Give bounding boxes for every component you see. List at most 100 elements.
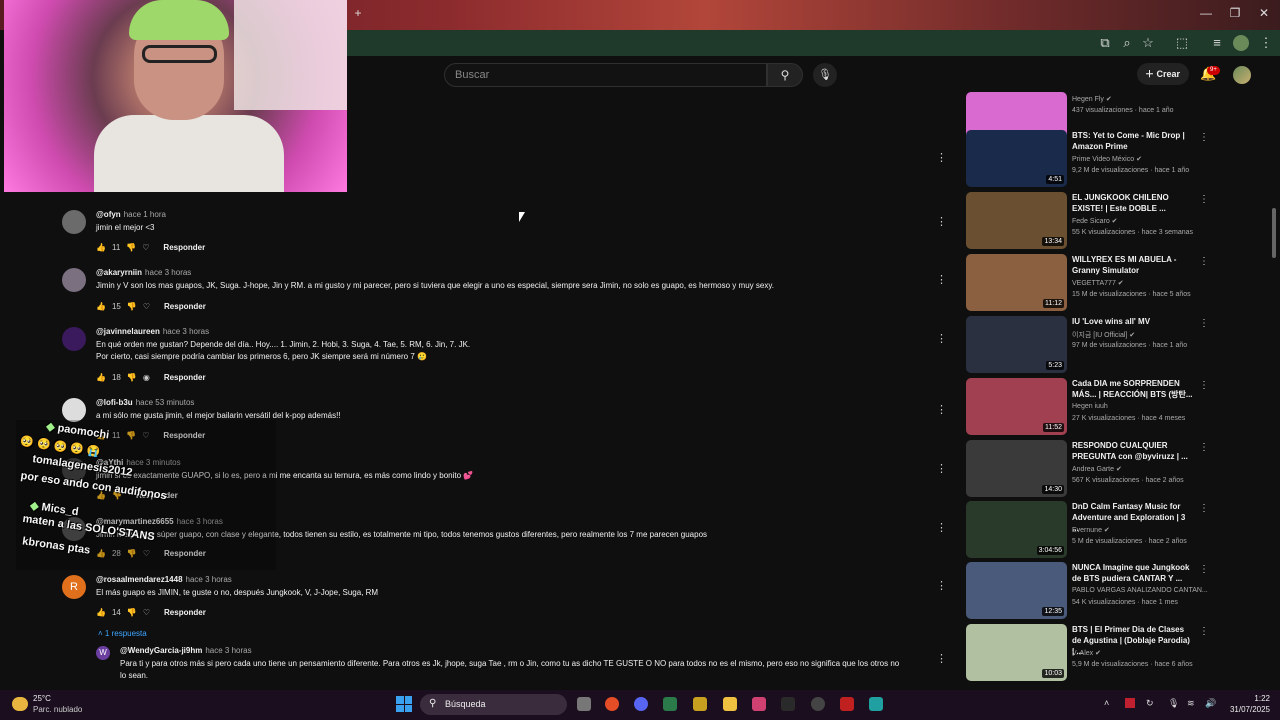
minimize-button[interactable]: — (1196, 6, 1216, 22)
suggested-video-card[interactable]: 11:52 Cada DIA me SORPRENDEN MÁS... | REA… (966, 378, 1209, 438)
video-menu-icon[interactable]: ⋮ (1199, 256, 1209, 267)
avatar[interactable] (62, 210, 86, 234)
video-thumbnail[interactable]: 14:30 (966, 440, 1067, 497)
app-red-icon[interactable] (840, 697, 854, 711)
video-title[interactable]: Cada DIA me SORPRENDEN MÁS... | REACCIÓN… (1072, 378, 1194, 400)
comment-time[interactable]: hace 3 horas (186, 575, 232, 584)
video-thumbnail[interactable]: 11:52 (966, 378, 1067, 435)
wifi-icon[interactable]: ≋ (1187, 698, 1195, 709)
search-button[interactable]: ⚲ (767, 63, 803, 87)
dislike-icon[interactable]: 👎 (127, 608, 137, 617)
weather-icon[interactable] (12, 697, 28, 711)
comment-menu-icon[interactable]: ⋮ (936, 152, 947, 164)
taskbar-search[interactable]: ⚲ Búsqueda (420, 694, 567, 715)
dislike-icon[interactable]: 👎 (126, 243, 136, 252)
terminal-icon[interactable] (781, 697, 795, 711)
suggested-video-card[interactable]: 4:51 BTS: Yet to Come - Mic Drop | Amazon… (966, 130, 1209, 190)
avatar[interactable] (62, 398, 86, 422)
shield-icon[interactable] (693, 697, 707, 711)
avatar[interactable] (62, 268, 86, 292)
weather-temp[interactable]: 25°C (33, 694, 51, 703)
windows-start-icon[interactable] (396, 696, 412, 712)
profile-avatar[interactable] (1233, 35, 1249, 51)
reply-button[interactable]: Responder (164, 373, 206, 382)
video-title[interactable]: IU 'Love wins all' MV (1072, 316, 1194, 327)
reply-button[interactable]: Responder (163, 243, 205, 252)
video-menu-icon[interactable]: ⋮ (1199, 194, 1209, 205)
app-f-icon[interactable] (752, 697, 766, 711)
account-avatar[interactable] (1233, 66, 1251, 84)
video-menu-icon[interactable]: ⋮ (1199, 380, 1209, 391)
weather-condition[interactable]: Parc. nublado (33, 705, 82, 714)
comment-time[interactable]: hace 1 hora (124, 210, 166, 219)
comment-author[interactable]: @javinnelaureen (96, 327, 160, 336)
reply-button[interactable]: Responder (164, 302, 206, 311)
reply-author[interactable]: @WendyGarcia-ji9hm (120, 646, 202, 655)
channel-name[interactable]: Prime Video México ✔ (1072, 155, 1142, 163)
obs-icon[interactable] (811, 697, 825, 711)
comment-time[interactable]: hace 53 minutos (136, 398, 195, 407)
suggested-video-card[interactable]: 12:35 NUNCA Imagine que Jungkook de BTS p… (966, 562, 1209, 622)
suggested-video-card[interactable]: 13:34 EL JUNGKOOK CHILENO EXISTE! | Este … (966, 192, 1209, 252)
suggested-video-card[interactable]: 3:04:56 DnD Calm Fantasy Music for Advent… (966, 501, 1209, 561)
taskbar-date[interactable]: 31/07/2025 (1222, 705, 1270, 714)
comment-menu-icon[interactable]: ⋮ (936, 580, 947, 592)
avatar[interactable]: W (96, 646, 110, 660)
app-teal-icon[interactable] (869, 697, 883, 711)
reply-menu-icon[interactable]: ⋮ (936, 653, 947, 665)
suggested-video-card[interactable]: 11:12 WILLYREX ES MI ABUELA - Granny Simu… (966, 254, 1209, 314)
volume-icon[interactable]: 🔊 (1205, 698, 1216, 709)
video-thumbnail[interactable]: 4:51 (966, 130, 1067, 187)
channel-name[interactable]: V. Alex ✔ (1072, 649, 1101, 657)
like-icon[interactable]: 👍 (96, 608, 106, 617)
suggested-video-card[interactable]: 14:30 RESPONDO CUALQUIER PREGUNTA con @by… (966, 440, 1209, 500)
channel-name[interactable]: VEGETTA777 ✔ (1072, 279, 1124, 287)
video-title[interactable]: BTS: Yet to Come - Mic Drop | Amazon Pri… (1072, 130, 1194, 152)
bookmark-star-icon[interactable]: ☆ (1140, 35, 1156, 51)
app-icon[interactable] (663, 697, 677, 711)
suggested-video-card[interactable]: 10:03 BTS | El Primer Dia de Clases de Ag… (966, 624, 1209, 684)
discord-icon[interactable] (634, 697, 648, 711)
comment-menu-icon[interactable]: ⋮ (936, 333, 947, 345)
create-button[interactable]: ＋ Crear (1137, 63, 1189, 85)
taskbar-time[interactable]: 1:22 (1236, 694, 1270, 703)
video-title[interactable]: EL JUNGKOOK CHILENO EXISTE! | Este DOBLE… (1072, 192, 1194, 214)
video-thumbnail[interactable]: 5:23 (966, 316, 1067, 373)
reply-button[interactable]: Responder (164, 608, 206, 617)
comment-menu-icon[interactable]: ⋮ (936, 463, 947, 475)
comment-menu-icon[interactable]: ⋮ (936, 522, 947, 534)
channel-name[interactable]: Hegen iuuh (1072, 403, 1108, 410)
comment-menu-icon[interactable]: ⋮ (936, 404, 947, 416)
video-thumbnail[interactable]: 10:03 (966, 624, 1067, 681)
tray-chevron-icon[interactable]: ˄ (1104, 698, 1109, 708)
video-title[interactable]: WILLYREX ES MI ABUELA - Granny Simulator (1072, 254, 1194, 276)
comment-author[interactable]: @akaryrniin (96, 268, 142, 277)
replies-toggle[interactable]: ˄ 1 respuesta (98, 629, 147, 638)
video-title[interactable]: NUNCA Imagine que Jungkook de BTS pudier… (1072, 562, 1194, 584)
like-icon[interactable]: 👍 (96, 243, 106, 252)
video-menu-icon[interactable]: ⋮ (1199, 564, 1209, 575)
zoom-icon[interactable]: ⌕ (1119, 35, 1135, 51)
comment-author[interactable]: @ofyn (96, 210, 121, 219)
dislike-icon[interactable]: 👎 (127, 373, 137, 382)
video-menu-icon[interactable]: ⋮ (1199, 318, 1209, 329)
cast-icon[interactable]: ⧉ (1097, 35, 1113, 51)
like-icon[interactable]: 👍 (96, 373, 106, 382)
folder-icon[interactable] (723, 697, 737, 711)
comment-time[interactable]: hace 3 horas (145, 268, 191, 277)
like-icon[interactable]: 👍 (96, 302, 106, 311)
search-input[interactable]: Buscar (444, 63, 767, 87)
voice-search-button[interactable]: 🎙 (813, 63, 837, 87)
task-view-icon[interactable] (577, 697, 591, 711)
video-menu-icon[interactable]: ⋮ (1199, 626, 1209, 637)
video-menu-icon[interactable]: ⋮ (1199, 442, 1209, 453)
maximize-button[interactable]: ❐ (1225, 6, 1245, 22)
video-menu-icon[interactable]: ⋮ (1199, 132, 1209, 143)
dislike-icon[interactable]: 👎 (127, 302, 137, 311)
comment-author[interactable]: @rosaalmendarez1448 (96, 575, 183, 584)
close-window-button[interactable]: ✕ (1254, 6, 1274, 22)
video-thumbnail[interactable]: 12:35 (966, 562, 1067, 619)
comment-time[interactable]: hace 3 horas (163, 327, 209, 336)
channel-name[interactable]: 이지금 [IU Official] ✔ (1072, 330, 1135, 340)
microphone-icon[interactable]: 🎙 (1168, 698, 1179, 709)
